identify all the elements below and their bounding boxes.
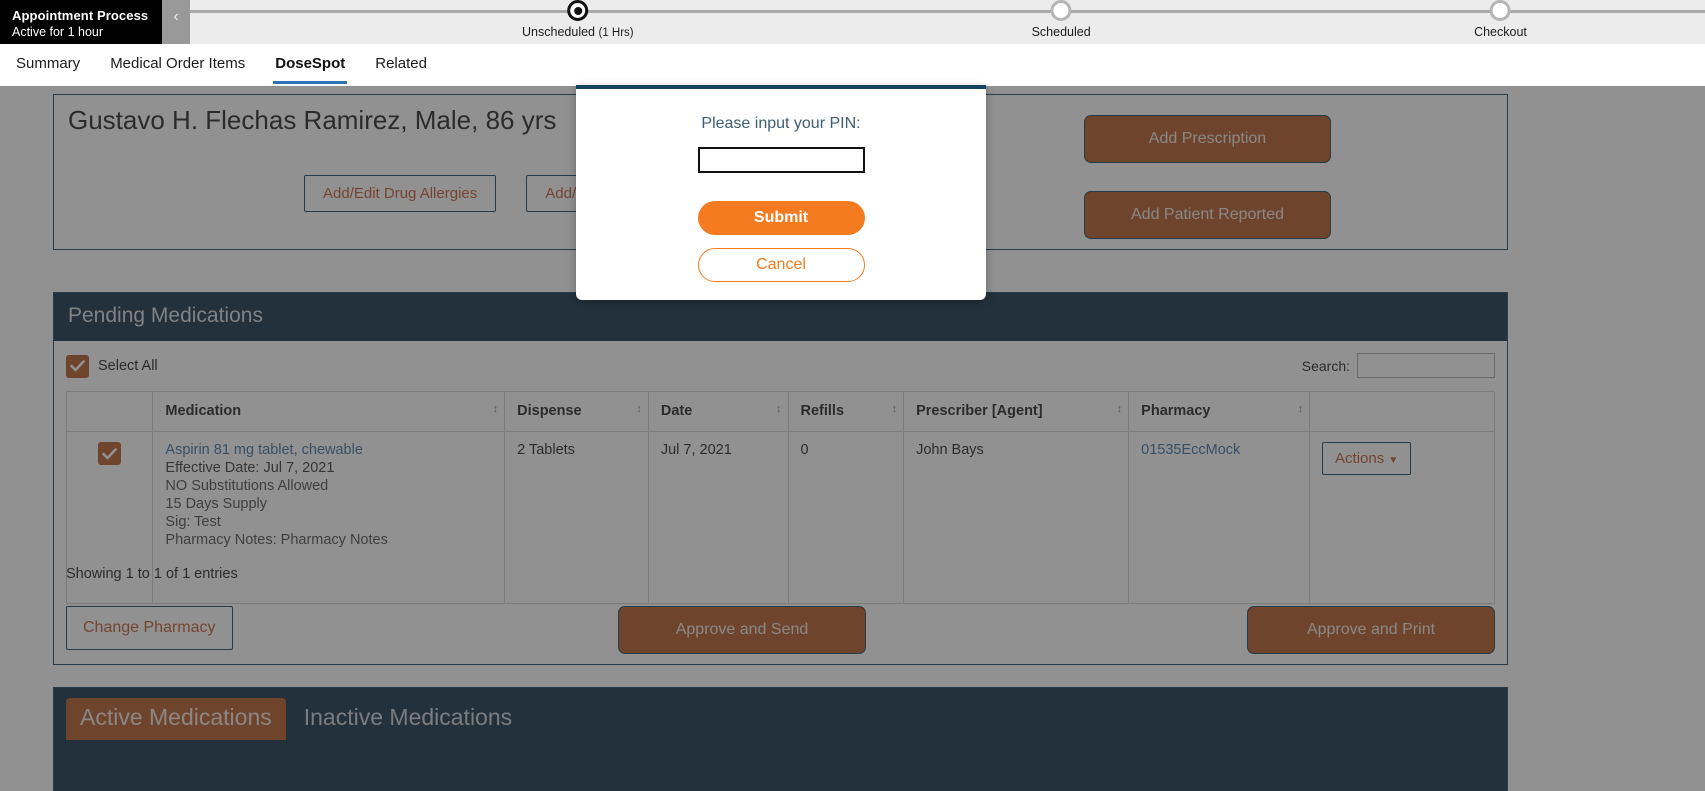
pin-modal: Please input your PIN: Submit Cancel: [576, 85, 986, 300]
pin-prompt: Please input your PIN:: [701, 115, 861, 132]
submit-button[interactable]: Submit: [697, 201, 865, 235]
chevron-left-icon[interactable]: ‹: [162, 0, 190, 44]
nav-tabs: Summary Medical Order Items DoseSpot Rel…: [0, 44, 1705, 86]
step-dot-unscheduled: [567, 0, 589, 21]
step-name-unscheduled: Unscheduled: [522, 25, 595, 39]
cancel-button[interactable]: Cancel: [697, 248, 865, 282]
step-label-unscheduled: Unscheduled (1 Hrs): [522, 25, 634, 39]
step-label-checkout: Checkout: [1474, 25, 1527, 39]
step-scheduled[interactable]: Scheduled: [1032, 0, 1091, 39]
tab-dosespot[interactable]: DoseSpot: [273, 47, 348, 84]
step-detail-unscheduled: (1 Hrs): [598, 27, 634, 39]
step-dot-checkout: [1489, 0, 1511, 21]
tab-summary[interactable]: Summary: [14, 47, 82, 84]
step-dot-scheduled: [1050, 0, 1072, 21]
appointment-process-bar: Appointment Process Active for 1 hour ‹ …: [0, 0, 1705, 44]
tab-medical-order-items[interactable]: Medical Order Items: [108, 47, 247, 84]
step-label-scheduled: Scheduled: [1032, 25, 1091, 39]
process-subtitle: Active for 1 hour: [12, 25, 104, 39]
tab-related[interactable]: Related: [373, 47, 429, 84]
process-title: Appointment Process: [12, 8, 149, 23]
step-name-scheduled: Scheduled: [1031, 25, 1091, 39]
process-stepper: Unscheduled (1 Hrs) Scheduled Checkout: [190, 0, 1705, 44]
step-unscheduled[interactable]: Unscheduled (1 Hrs): [522, 0, 634, 39]
step-name-checkout: Checkout: [1474, 25, 1527, 39]
step-checkout[interactable]: Checkout: [1474, 0, 1527, 39]
pin-input[interactable]: [697, 147, 865, 173]
process-title-block: Appointment Process Active for 1 hour: [0, 0, 162, 44]
app-root: Appointment Process Active for 1 hour ‹ …: [0, 0, 1705, 791]
